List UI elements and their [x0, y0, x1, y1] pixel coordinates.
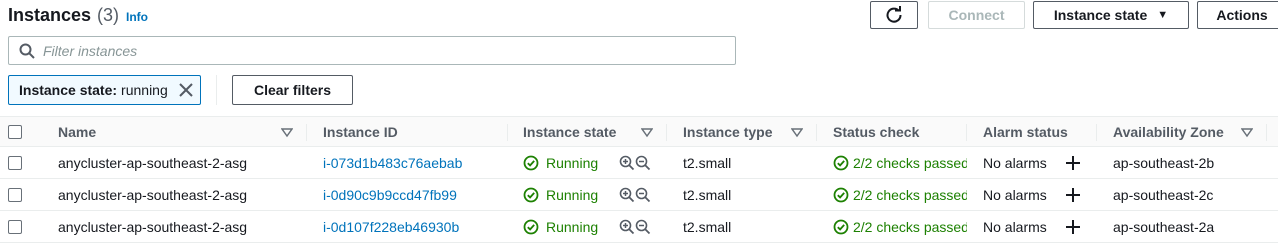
- column-separator: [1266, 124, 1267, 141]
- check-circle-icon: [833, 187, 849, 202]
- table-row[interactable]: anycluster-ap-southeast-2-asg i-073d1b48…: [0, 147, 1278, 179]
- clear-filters-button[interactable]: Clear filters: [232, 75, 353, 105]
- filter-box[interactable]: [8, 36, 736, 65]
- actions-dropdown[interactable]: Actions: [1197, 1, 1278, 29]
- zoom-in-icon[interactable]: [619, 219, 635, 235]
- row-select-cell: [8, 147, 22, 178]
- column-header-instance-state[interactable]: Instance state: [523, 117, 616, 146]
- alarm-status: No alarms: [983, 154, 1047, 171]
- table-row[interactable]: anycluster-ap-southeast-2-asg i-0d107f22…: [0, 211, 1278, 243]
- instance-state: Running: [523, 147, 598, 178]
- row-select-cell: [8, 179, 22, 210]
- plus-icon[interactable]: [1065, 155, 1081, 171]
- status-check-text[interactable]: 2/2 checks passed: [853, 219, 967, 235]
- instance-count: (3): [97, 5, 120, 25]
- column-header-instance-type[interactable]: Instance type: [683, 117, 772, 146]
- filter-token-key: Instance state:: [19, 82, 118, 98]
- column-separator: [816, 124, 817, 141]
- instance-state-label: Instance state: [1053, 7, 1148, 23]
- column-separator: [966, 124, 967, 141]
- instances-table: Name Instance ID Instance state Instance…: [0, 116, 1278, 243]
- status-check: 2/2 checks passed: [833, 179, 967, 210]
- status-check: 2/2 checks passed: [833, 147, 967, 178]
- check-circle-icon: [523, 187, 539, 202]
- row-checkbox[interactable]: [8, 187, 22, 202]
- instance-state-text: Running: [546, 154, 599, 171]
- refresh-icon: [886, 6, 902, 23]
- instance-id-link[interactable]: i-073d1b483c76aebab: [323, 147, 462, 178]
- zoom-in-icon[interactable]: [619, 187, 635, 203]
- close-icon[interactable]: [178, 82, 194, 98]
- instance-type: t2.small: [683, 154, 732, 171]
- check-circle-icon: [523, 155, 539, 170]
- row-select-cell: [8, 211, 22, 242]
- status-check-text[interactable]: 2/2 checks passed: [853, 155, 967, 171]
- availability-zone: ap-southeast-2c: [1113, 186, 1214, 203]
- table-row[interactable]: anycluster-ap-southeast-2-asg i-0d90c9b9…: [0, 179, 1278, 211]
- caret-down-icon: ▼: [1157, 9, 1169, 21]
- zoom-out-icon[interactable]: [635, 187, 651, 203]
- column-separator: [666, 124, 667, 141]
- instance-state: Running: [523, 211, 598, 242]
- filter-token: Instance state: running: [8, 75, 201, 105]
- status-check: 2/2 checks passed: [833, 211, 967, 242]
- check-circle-icon: [833, 219, 849, 234]
- alarm-status: No alarms: [983, 218, 1047, 235]
- column-header-availability-zone[interactable]: Availability Zone: [1113, 117, 1224, 146]
- column-separator: [1096, 124, 1097, 141]
- column-header-instance-id[interactable]: Instance ID: [323, 117, 398, 146]
- connect-button[interactable]: Connect: [928, 1, 1025, 29]
- column-header-status-check[interactable]: Status check: [833, 117, 919, 146]
- sort-icon[interactable]: [641, 126, 653, 138]
- availability-zone: ap-southeast-2b: [1113, 154, 1215, 171]
- check-circle-icon: [523, 219, 539, 234]
- instance-name: anycluster-ap-southeast-2-asg: [58, 154, 248, 171]
- row-checkbox[interactable]: [8, 219, 22, 234]
- instance-state-text: Running: [546, 186, 599, 203]
- sort-icon[interactable]: [791, 126, 803, 138]
- info-link[interactable]: Info: [126, 10, 148, 24]
- refresh-button[interactable]: [870, 1, 918, 29]
- alarm-status: No alarms: [983, 186, 1047, 203]
- column-separator: [306, 124, 307, 141]
- filter-instances-input[interactable]: [43, 42, 723, 59]
- filter-token-value: running: [121, 82, 168, 98]
- zoom-out-icon[interactable]: [635, 219, 651, 235]
- check-circle-icon: [833, 155, 849, 170]
- sort-icon[interactable]: [281, 126, 293, 138]
- status-check-text[interactable]: 2/2 checks passed: [853, 187, 967, 203]
- table-header: Name Instance ID Instance state Instance…: [0, 116, 1278, 147]
- availability-zone: ap-southeast-2a: [1113, 218, 1215, 235]
- instance-type: t2.small: [683, 218, 732, 235]
- zoom-out-icon[interactable]: [635, 155, 651, 171]
- instance-id-link[interactable]: i-0d107f228eb46930b: [323, 211, 459, 242]
- instance-id-link[interactable]: i-0d90c9b9ccd47fb99: [323, 179, 457, 210]
- column-header-alarm-status[interactable]: Alarm status: [983, 117, 1068, 146]
- instance-state: Running: [523, 179, 598, 210]
- row-checkbox[interactable]: [8, 155, 22, 170]
- instance-name: anycluster-ap-southeast-2-asg: [58, 218, 248, 235]
- select-all-checkbox[interactable]: [8, 124, 22, 139]
- zoom-in-icon[interactable]: [619, 155, 635, 171]
- column-separator: [507, 124, 508, 141]
- select-all-cell: [8, 117, 22, 146]
- sort-icon[interactable]: [1241, 126, 1253, 138]
- plus-icon[interactable]: [1065, 219, 1081, 235]
- page-title: Instances (3): [8, 5, 119, 26]
- column-header-name[interactable]: Name: [58, 117, 96, 146]
- instance-name: anycluster-ap-southeast-2-asg: [58, 186, 248, 203]
- instance-state-text: Running: [546, 218, 599, 235]
- search-icon: [19, 43, 35, 59]
- token-divider: [216, 75, 217, 105]
- plus-icon[interactable]: [1065, 187, 1081, 203]
- page-title-text: Instances: [8, 5, 92, 25]
- instance-type: t2.small: [683, 186, 732, 203]
- instance-state-dropdown[interactable]: Instance state ▼: [1033, 1, 1189, 29]
